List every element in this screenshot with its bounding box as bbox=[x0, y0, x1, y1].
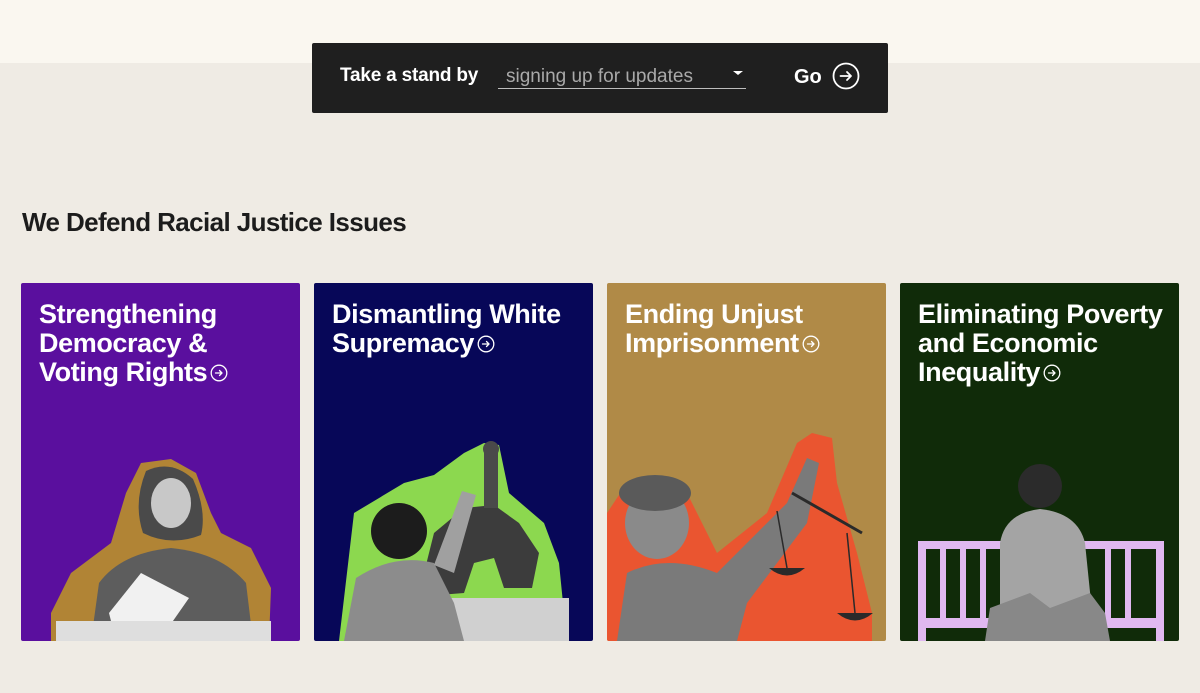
arrow-right-circle-icon bbox=[210, 364, 228, 382]
arrow-right-circle-icon bbox=[802, 335, 820, 353]
go-button[interactable]: Go bbox=[794, 62, 860, 94]
lady-justice-illustration bbox=[607, 433, 873, 641]
arrow-right-circle-icon bbox=[477, 335, 495, 353]
issue-card-voting-rights[interactable]: Strengthening Democracy & Voting Rights bbox=[21, 283, 300, 641]
take-a-stand-bar: Take a stand by signing up for updates G… bbox=[312, 43, 888, 113]
arrow-right-circle-icon bbox=[1043, 364, 1061, 382]
action-select-value: signing up for updates bbox=[506, 66, 693, 87]
bench-portrait-illustration bbox=[918, 464, 1164, 641]
issue-card-white-supremacy[interactable]: Dismantling White Supremacy bbox=[314, 283, 593, 641]
issue-card-title: Eliminating Poverty and Economic Inequal… bbox=[918, 300, 1168, 387]
issue-card-title-text: Dismantling White Supremacy bbox=[332, 299, 561, 358]
go-button-label: Go bbox=[794, 66, 822, 88]
take-a-stand-label: Take a stand by bbox=[340, 65, 479, 86]
issue-card-title: Dismantling White Supremacy bbox=[332, 300, 582, 358]
chevron-down-icon bbox=[733, 71, 743, 75]
arrow-right-circle-icon bbox=[832, 62, 860, 90]
issue-card-unjust-imprisonment[interactable]: Ending Unjust Imprisonment bbox=[607, 283, 886, 641]
issue-card-title-text: Ending Unjust Imprisonment bbox=[625, 299, 803, 358]
issue-card-economic-inequality[interactable]: Eliminating Poverty and Economic Inequal… bbox=[900, 283, 1179, 641]
section-heading: We Defend Racial Justice Issues bbox=[22, 207, 407, 237]
voter-photo-illustration bbox=[51, 459, 271, 641]
issue-card-title-text: Strengthening Democracy & Voting Rights bbox=[39, 299, 217, 387]
issue-card-title: Strengthening Democracy & Voting Rights bbox=[39, 300, 289, 387]
issue-card-title: Ending Unjust Imprisonment bbox=[625, 300, 875, 358]
action-select[interactable]: signing up for updates bbox=[498, 63, 746, 89]
statue-protest-illustration bbox=[339, 441, 569, 641]
issue-card-title-text: Eliminating Poverty and Economic Inequal… bbox=[918, 299, 1163, 387]
